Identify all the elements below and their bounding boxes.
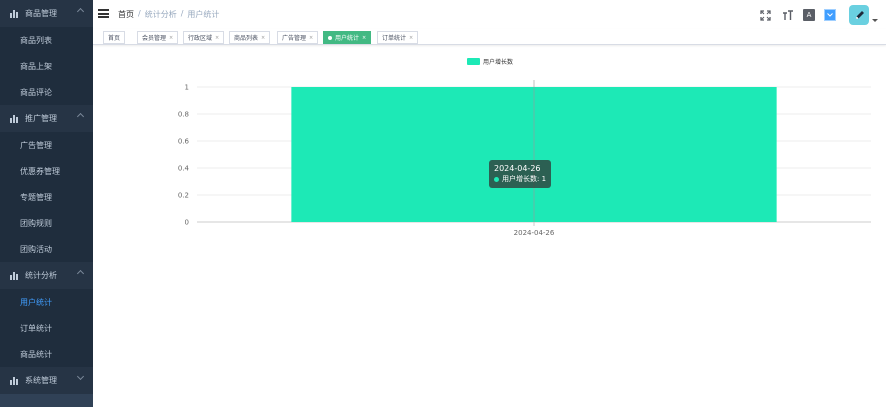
sidebar-group-label: 系统管理: [25, 376, 57, 385]
tags-view: 首页 会员管理 × 行政区域 × 商品列表 × 广告管理 × 用户统计 × 订单统计 ×: [93, 29, 886, 45]
y-tick-label: 0: [185, 219, 189, 227]
tag-label: 商品列表: [234, 35, 259, 42]
close-icon[interactable]: ×: [215, 35, 219, 41]
breadcrumb-stats[interactable]: 统计分析: [145, 9, 177, 20]
sidebar-group-label: 推广管理: [25, 114, 57, 123]
sidebar-item[interactable]: 商品评论: [0, 79, 93, 105]
chevron-up-icon: [76, 112, 85, 121]
tag-1[interactable]: 会员管理 ×: [137, 31, 179, 44]
sidebar-group-0[interactable]: 商品管理: [0, 0, 93, 27]
tag-label: 订单统计: [382, 35, 407, 42]
sidebar-item[interactable]: 专题管理: [0, 184, 93, 210]
sidebar-group-label: 统计分析: [25, 271, 57, 280]
avatar[interactable]: [849, 5, 869, 25]
navbar-right-menu: A: [759, 5, 886, 25]
bar-chart-icon: [10, 9, 19, 18]
bar-chart-icon: [10, 114, 19, 123]
sidebar-item[interactable]: 广告管理: [0, 132, 93, 158]
close-icon[interactable]: ×: [261, 35, 265, 41]
bar-chart-icon: [10, 376, 19, 385]
sidebar-item[interactable]: 团购规则: [0, 210, 93, 236]
tooltip-title: 2024-04-26: [494, 164, 541, 173]
tooltip-series-dot: [494, 176, 499, 182]
navbar: 首页 / 统计分析 / 用户统计 A: [93, 0, 886, 29]
x-tick-label: 2024-04-26: [514, 229, 555, 237]
tag-label: 会员管理: [142, 35, 167, 42]
sidebar-group-label: 商品管理: [25, 9, 57, 18]
theme-icon[interactable]: [824, 9, 836, 21]
chevron-up-icon: [76, 7, 85, 16]
active-dot-icon: [328, 35, 332, 40]
y-tick-label: 0.6: [178, 138, 190, 146]
close-icon[interactable]: ×: [409, 35, 413, 41]
sidebar-item[interactable]: 订单统计: [0, 315, 93, 341]
tag-6[interactable]: 订单统计 ×: [377, 31, 419, 44]
breadcrumb: 首页 / 统计分析 / 用户统计: [118, 9, 219, 20]
chart-tooltip: 2024-04-26 用户增长数: 1: [489, 160, 552, 188]
tag-label: 首页: [108, 35, 121, 42]
pen-icon: [856, 11, 864, 19]
close-icon[interactable]: ×: [169, 35, 173, 41]
chart-canvas: 用户增长数00.20.40.60.812024-04-26: [178, 58, 871, 237]
hamburger-icon[interactable]: [98, 9, 109, 18]
sidebar: 商品管理商品列表 商品上架 商品评论推广管理广告管理 优惠券管理 专题管理 团购规则 团购活…: [0, 0, 93, 407]
close-icon[interactable]: ×: [362, 35, 366, 41]
tag-4[interactable]: 广告管理 ×: [277, 31, 319, 44]
bar-chart-icon: [10, 271, 19, 280]
chevron-down-icon: [76, 372, 85, 381]
user-stats-chart: 用户增长数 0 0.2 0.4 0.6 0.8 1 2024-04-26 2024-04-26…: [93, 45, 886, 407]
tag-label: 用户统计: [335, 35, 360, 42]
y-tick-label: 0.2: [178, 192, 189, 200]
y-tick-label: 0.8: [178, 111, 189, 119]
tag-5[interactable]: 用户统计 ×: [323, 31, 372, 44]
tag-label: 行政区域: [188, 35, 213, 42]
fullscreen-icon[interactable]: [759, 9, 772, 22]
chevron-up-icon: [76, 269, 85, 278]
sidebar-item[interactable]: 商品上架: [0, 53, 93, 79]
text-size-icon[interactable]: [781, 9, 794, 22]
sidebar-group-2[interactable]: 统计分析: [0, 262, 93, 289]
sidebar-item[interactable]: 商品统计: [0, 341, 93, 367]
breadcrumb-home[interactable]: 首页: [118, 9, 134, 20]
y-tick-label: 0.4: [178, 165, 190, 173]
sidebar-group-3[interactable]: 系统管理: [0, 367, 93, 394]
y-tick-label: 1: [185, 84, 189, 92]
tooltip-value: 1: [541, 175, 547, 183]
tag-3[interactable]: 商品列表 ×: [229, 31, 271, 44]
breadcrumb-current: 用户统计: [187, 10, 220, 19]
sidebar-item[interactable]: 团购活动: [0, 236, 93, 262]
breadcrumb-separator: /: [180, 9, 184, 18]
legend-swatch: [467, 58, 480, 65]
sidebar-item[interactable]: 优惠券管理: [0, 158, 93, 184]
tooltip-series-name: 用户增长数: [502, 175, 537, 183]
sidebar-group-1[interactable]: 推广管理: [0, 105, 93, 132]
tag-2[interactable]: 行政区域 ×: [183, 31, 225, 44]
avatar-dropdown-caret-icon[interactable]: [872, 18, 878, 22]
legend-label: 用户增长数: [483, 58, 513, 66]
tag-label: 广告管理: [282, 35, 307, 42]
tag-0[interactable]: 首页: [103, 31, 126, 44]
close-icon[interactable]: ×: [309, 35, 313, 41]
translate-icon[interactable]: A: [803, 9, 815, 21]
sidebar-item[interactable]: 用户统计: [0, 289, 93, 315]
sidebar-item[interactable]: 商品列表: [0, 27, 93, 53]
breadcrumb-separator: /: [138, 9, 141, 18]
